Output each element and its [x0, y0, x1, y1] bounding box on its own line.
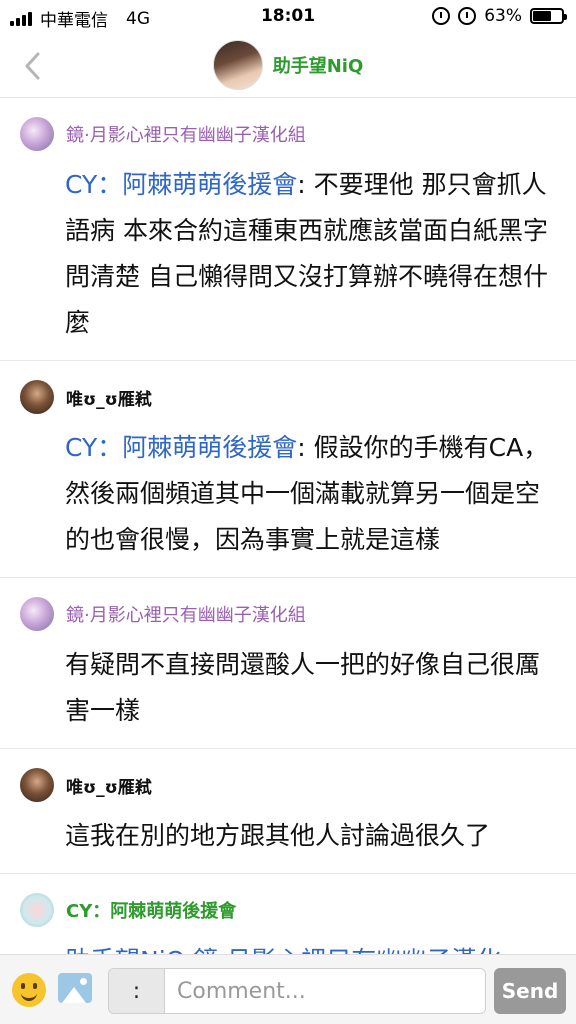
- avatar[interactable]: [20, 597, 54, 631]
- image-icon[interactable]: [58, 973, 92, 1003]
- colon-button[interactable]: :: [109, 969, 165, 1013]
- mention-link[interactable]: CY：阿棘萌萌後援會: [65, 433, 297, 462]
- author-name[interactable]: 唯ʊ_ʊ雁弒: [66, 773, 152, 798]
- battery-fill: [533, 11, 551, 21]
- page-title[interactable]: 助手望NiQ: [273, 52, 364, 78]
- comment-input[interactable]: [165, 969, 485, 1013]
- message-body: CY：阿棘萌萌後援會: 不要理他 那只會抓人語病 本來合約這種東西就應該當面白紙…: [65, 162, 556, 346]
- comment-input-group: :: [108, 968, 486, 1014]
- message-header: 唯ʊ_ʊ雁弒: [20, 767, 556, 803]
- avatar[interactable]: [212, 40, 263, 90]
- author-name[interactable]: 鏡·月影心裡只有幽幽子漢化組: [66, 601, 306, 627]
- status-right: 63%: [432, 6, 567, 26]
- status-bar: 中華電信 4G 18:01 63%: [0, 0, 576, 34]
- battery-icon: [530, 8, 567, 24]
- avatar[interactable]: [20, 893, 54, 927]
- author-name[interactable]: 唯ʊ_ʊ雁弒: [66, 385, 152, 410]
- message-body: 助手望NiQ 鏡·月影心裡只有幽幽子漢化: [65, 938, 556, 954]
- message-body: 有疑問不直接問還酸人一把的好像自己很厲害一樣: [65, 642, 556, 734]
- comment-feed[interactable]: 鏡·月影心裡只有幽幽子漢化組 CY：阿棘萌萌後援會: 不要理他 那只會抓人語病 …: [0, 98, 576, 954]
- orientation-lock-icon: [432, 7, 451, 25]
- send-button[interactable]: Send: [494, 968, 566, 1014]
- message-header: CY：阿棘萌萌後援會: [20, 892, 556, 928]
- author-name[interactable]: 鏡·月影心裡只有幽幽子漢化組: [66, 121, 306, 147]
- list-item: 唯ʊ_ʊ雁弒 這我在別的地方跟其他人討論過很久了: [0, 749, 576, 874]
- message-body: CY：阿棘萌萌後援會: 假設你的手機有CA，然後兩個頻道其中一個滿載就算另一個是…: [65, 425, 556, 563]
- message-header: 鏡·月影心裡只有幽幽子漢化組: [20, 116, 556, 152]
- list-item: CY：阿棘萌萌後援會 助手望NiQ 鏡·月影心裡只有幽幽子漢化: [0, 874, 576, 954]
- list-item: 鏡·月影心裡只有幽幽子漢化組 CY：阿棘萌萌後援會: 不要理他 那只會抓人語病 …: [0, 98, 576, 361]
- list-item: 鏡·月影心裡只有幽幽子漢化組 有疑問不直接問還酸人一把的好像自己很厲害一樣: [0, 578, 576, 749]
- emoji-icon[interactable]: [12, 973, 46, 1007]
- header-center: 助手望NiQ: [0, 40, 576, 90]
- comment-bar: : Send: [0, 954, 576, 1024]
- header: 助手望NiQ: [0, 34, 576, 98]
- battery-percent: 63%: [484, 6, 522, 26]
- message-header: 鏡·月影心裡只有幽幽子漢化組: [20, 596, 556, 632]
- message-text: 有疑問不直接問還酸人一把的好像自己很厲害一樣: [65, 650, 541, 725]
- alarm-icon: [458, 7, 477, 25]
- list-item: 唯ʊ_ʊ雁弒 CY：阿棘萌萌後援會: 假設你的手機有CA，然後兩個頻道其中一個滿…: [0, 361, 576, 578]
- avatar[interactable]: [20, 768, 54, 802]
- author-name[interactable]: CY：阿棘萌萌後援會: [66, 897, 236, 923]
- mention-link[interactable]: 助手望NiQ 鏡·月影心裡只有幽幽子漢化: [65, 946, 501, 954]
- message-header: 唯ʊ_ʊ雁弒: [20, 379, 556, 415]
- message-body: 這我在別的地方跟其他人討論過很久了: [65, 813, 556, 859]
- avatar[interactable]: [20, 380, 54, 414]
- mention-link[interactable]: CY：阿棘萌萌後援會: [65, 170, 297, 199]
- avatar[interactable]: [20, 117, 54, 151]
- message-text: 這我在別的地方跟其他人討論過很久了: [65, 821, 491, 850]
